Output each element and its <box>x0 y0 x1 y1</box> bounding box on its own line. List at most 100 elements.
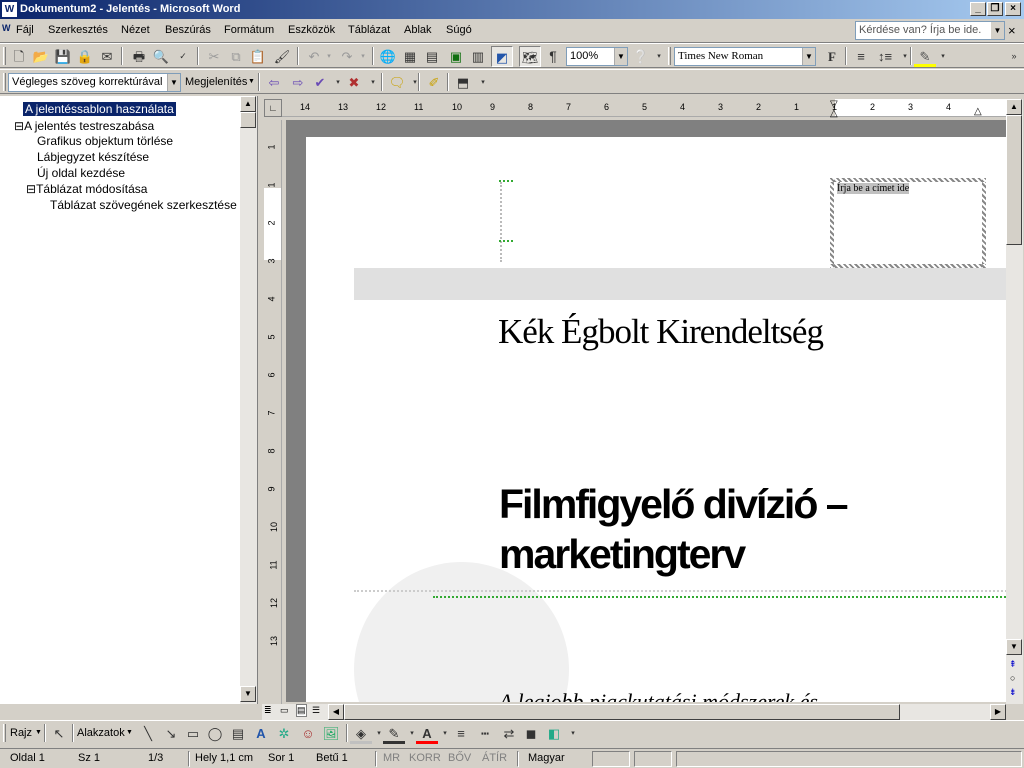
oval-icon[interactable]: ◯ <box>204 723 226 744</box>
scroll-up-icon[interactable]: ▲ <box>1006 99 1022 115</box>
track-changes-icon[interactable]: ✐ <box>423 72 445 93</box>
font-combo[interactable]: Times New Roman ▼ <box>674 47 816 66</box>
show-menu-button[interactable]: Megjelenítés <box>185 76 247 88</box>
status-language[interactable]: Magyar <box>528 751 565 767</box>
toolbar-options-icon[interactable]: ▾ <box>648 46 670 67</box>
clip-art-icon[interactable]: ☺ <box>297 723 319 744</box>
previous-page-icon[interactable]: ⇞ <box>1009 659 1017 670</box>
line-spacing-dropdown-icon[interactable]: ▾ <box>894 46 916 67</box>
cut-icon[interactable]: ✂ <box>203 46 225 67</box>
show-dropdown-icon[interactable]: ▼ <box>248 78 255 85</box>
paste-icon[interactable]: 📋 <box>247 46 269 67</box>
display-for-review-combo[interactable]: Végleges szöveg korrektúrával ▼ <box>8 73 181 92</box>
scroll-up-icon[interactable]: ▲ <box>240 96 256 112</box>
menu-view[interactable]: Nézet <box>121 24 150 36</box>
status-macro-recorder[interactable]: MR <box>383 751 400 767</box>
email-icon[interactable]: ✉ <box>96 46 118 67</box>
scroll-down-icon[interactable]: ▼ <box>1006 639 1022 655</box>
main-heading[interactable]: Filmfigyelő divízió – marketingterv <box>499 479 849 579</box>
map-node[interactable]: Lábjegyzet készítése <box>37 150 149 164</box>
arrow-icon[interactable]: ↘ <box>160 723 182 744</box>
highlight-dropdown-icon[interactable]: ▾ <box>932 46 954 67</box>
line-spacing-icon[interactable]: ↕≡ <box>874 46 896 67</box>
scroll-thumb[interactable] <box>1006 115 1022 245</box>
close-button[interactable]: × <box>1005 2 1021 16</box>
next-page-icon[interactable]: ⇟ <box>1009 687 1017 698</box>
chevron-down-icon[interactable]: ▼ <box>614 48 627 65</box>
toolbar-options-icon[interactable]: ▾ <box>562 723 584 744</box>
title-text-box[interactable]: Írja be a címet ide <box>830 178 986 268</box>
ask-question-dropdown-icon[interactable]: ▼ <box>991 22 1004 39</box>
toolbar-options-icon[interactable]: ▾ <box>472 72 494 93</box>
document-map-icon[interactable]: 🗺 <box>519 46 541 67</box>
line-style-icon[interactable]: ≡ <box>450 723 472 744</box>
line-icon[interactable]: ╲ <box>137 723 159 744</box>
status-track-changes[interactable]: KORR <box>409 751 441 767</box>
drawing-icon[interactable]: ◩ <box>491 46 513 67</box>
map-node[interactable]: ⊟A jelentés testreszabása <box>14 119 154 133</box>
horizontal-scrollbar[interactable]: ≣ ▭ ▤ ☰ 📖 ◀ ▶ <box>262 704 1006 720</box>
format-painter-icon[interactable]: 🖌 <box>271 46 293 67</box>
columns-icon[interactable]: ▥ <box>467 46 489 67</box>
collapse-icon[interactable]: ⊟ <box>14 119 24 133</box>
print-preview-icon[interactable]: 🔍 <box>150 46 172 67</box>
next-change-icon[interactable]: ⇨ <box>287 72 309 93</box>
horizontal-ruler[interactable]: 14 13 12 11 10 9 8 7 6 5 4 3 2 1 1 2 3 4 ▽ △ △ <box>282 99 1006 119</box>
copy-icon[interactable]: ⧉ <box>225 46 247 67</box>
hyperlink-icon[interactable]: 🌐 <box>377 46 399 67</box>
shadow-style-icon[interactable]: ◼ <box>520 723 542 744</box>
minimize-button[interactable]: _ <box>970 2 986 16</box>
map-node[interactable]: Táblázat szövegének szerkesztése <box>50 198 237 212</box>
ask-question-input[interactable]: Kérdése van? Írja be ide. <box>855 21 1005 40</box>
outline-view-icon[interactable]: ☰ <box>312 705 320 716</box>
toolbar-grip[interactable] <box>3 724 6 742</box>
menu-tools[interactable]: Eszközök <box>288 24 335 36</box>
menu-help[interactable]: Súgó <box>446 24 472 36</box>
subtitle-text[interactable]: A legjobb piackutatási módszerek és <box>499 689 818 702</box>
draw-menu-button[interactable]: Rajz <box>10 727 32 739</box>
arrow-style-icon[interactable]: ⇄ <box>498 723 520 744</box>
status-extend[interactable]: BŐV <box>448 751 471 767</box>
status-overtype[interactable]: ÁTÍR <box>482 751 507 767</box>
document-area[interactable]: Írja be a címet ide Kék Égbolt Kirendelt… <box>286 120 1006 702</box>
insert-excel-icon[interactable]: ▣ <box>445 46 467 67</box>
reviewing-pane-icon[interactable]: ⬒ <box>452 72 474 93</box>
toolbar-grip[interactable] <box>3 47 6 65</box>
scroll-thumb[interactable] <box>240 112 256 128</box>
document-icon[interactable]: W <box>2 23 14 37</box>
spelling-icon[interactable]: ✓ <box>172 46 194 67</box>
print-layout-view-icon[interactable]: ▤ <box>296 704 307 717</box>
autoshapes-menu-button[interactable]: Alakzatok <box>77 727 125 739</box>
dash-style-icon[interactable]: ┅ <box>474 723 496 744</box>
menu-insert[interactable]: Beszúrás <box>165 24 211 36</box>
toolbar-grip[interactable] <box>668 47 671 65</box>
normal-view-icon[interactable]: ≣ <box>264 705 272 716</box>
insert-table-icon[interactable]: ▤ <box>421 46 443 67</box>
permission-icon[interactable]: 🔒 <box>74 46 96 67</box>
save-icon[interactable]: 💾 <box>52 46 74 67</box>
scroll-left-icon[interactable]: ◀ <box>328 704 344 720</box>
tab-selector-icon[interactable]: ∟ <box>264 99 282 117</box>
menu-window[interactable]: Ablak <box>404 24 432 36</box>
toolbar-more-icon[interactable]: » <box>1006 46 1022 67</box>
bold-icon[interactable]: F <box>821 46 843 67</box>
left-indent-icon[interactable]: △ <box>830 108 838 119</box>
docmap-scrollbar[interactable]: ▲ ▼ <box>240 96 257 704</box>
new-document-icon[interactable]: 🗋 <box>8 46 30 67</box>
show-formatting-icon[interactable]: ¶ <box>542 46 564 67</box>
toolbar-grip[interactable] <box>3 73 6 91</box>
menu-format[interactable]: Formátum <box>224 24 274 36</box>
wordart-icon[interactable]: A <box>250 723 272 744</box>
close-document-icon[interactable]: × <box>1008 23 1016 38</box>
menu-edit[interactable]: Szerkesztés <box>48 24 108 36</box>
restore-button[interactable]: ❐ <box>987 2 1003 16</box>
menu-file[interactable]: Fájl <box>16 24 34 36</box>
redo-dropdown-icon[interactable]: ▾ <box>352 46 374 67</box>
map-node[interactable]: ⊟Táblázat módosítása <box>26 182 147 196</box>
collapse-icon[interactable]: ⊟ <box>26 182 36 196</box>
print-icon[interactable]: 🖶 <box>128 46 150 67</box>
open-icon[interactable]: 📂 <box>30 46 52 67</box>
document-page[interactable]: Írja be a címet ide Kék Égbolt Kirendelt… <box>306 137 1006 702</box>
browse-object-icon[interactable]: ○ <box>1010 673 1015 683</box>
previous-change-icon[interactable]: ⇦ <box>263 72 285 93</box>
